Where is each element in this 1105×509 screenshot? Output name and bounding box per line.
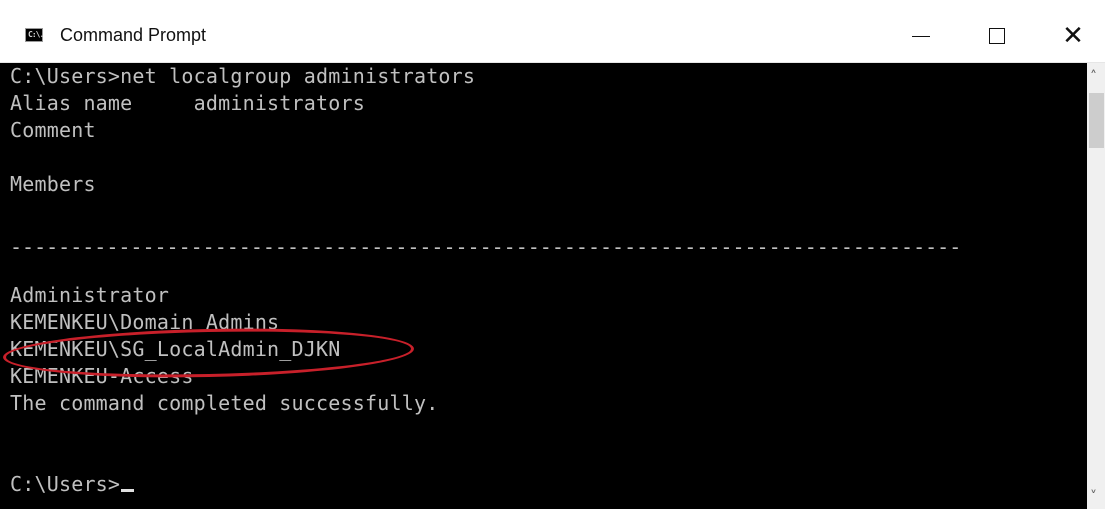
minimize-button[interactable] bbox=[898, 14, 944, 58]
minimize-icon bbox=[912, 35, 930, 37]
prompt-text: C:\Users> bbox=[10, 472, 121, 496]
console-line-alias: Alias name administrators bbox=[10, 91, 365, 115]
window-title: Command Prompt bbox=[60, 25, 207, 45]
close-button[interactable]: ✕ bbox=[1050, 14, 1096, 58]
maximize-icon bbox=[989, 28, 1005, 44]
scroll-up-arrow-icon[interactable]: ˄ bbox=[1090, 70, 1097, 84]
scroll-down-arrow-icon[interactable]: ˅ bbox=[1090, 490, 1097, 504]
close-icon: ✕ bbox=[1062, 21, 1084, 51]
scrollbar-thumb[interactable] bbox=[1089, 93, 1104, 148]
console-output[interactable]: C:\Users>net localgroup administrators A… bbox=[0, 63, 1087, 509]
console-line-comment: Comment bbox=[10, 118, 96, 142]
text-cursor bbox=[121, 489, 135, 492]
title-bar[interactable]: C:\. Command Prompt ✕ bbox=[0, 0, 1105, 63]
console-prompt[interactable]: C:\Users> bbox=[10, 471, 135, 498]
cmd-icon: C:\. bbox=[25, 28, 44, 42]
console-separator: ----------------------------------------… bbox=[10, 235, 962, 259]
maximize-button[interactable] bbox=[974, 14, 1020, 58]
command-prompt-window: C:\. Command Prompt ✕ C:\Users>net local… bbox=[0, 0, 1105, 509]
console-line-success: The command completed successfully. bbox=[10, 391, 439, 415]
member-administrator: Administrator bbox=[10, 283, 170, 307]
console-line-members: Members bbox=[10, 172, 96, 196]
console-line-command: C:\Users>net localgroup administrators bbox=[10, 64, 476, 88]
